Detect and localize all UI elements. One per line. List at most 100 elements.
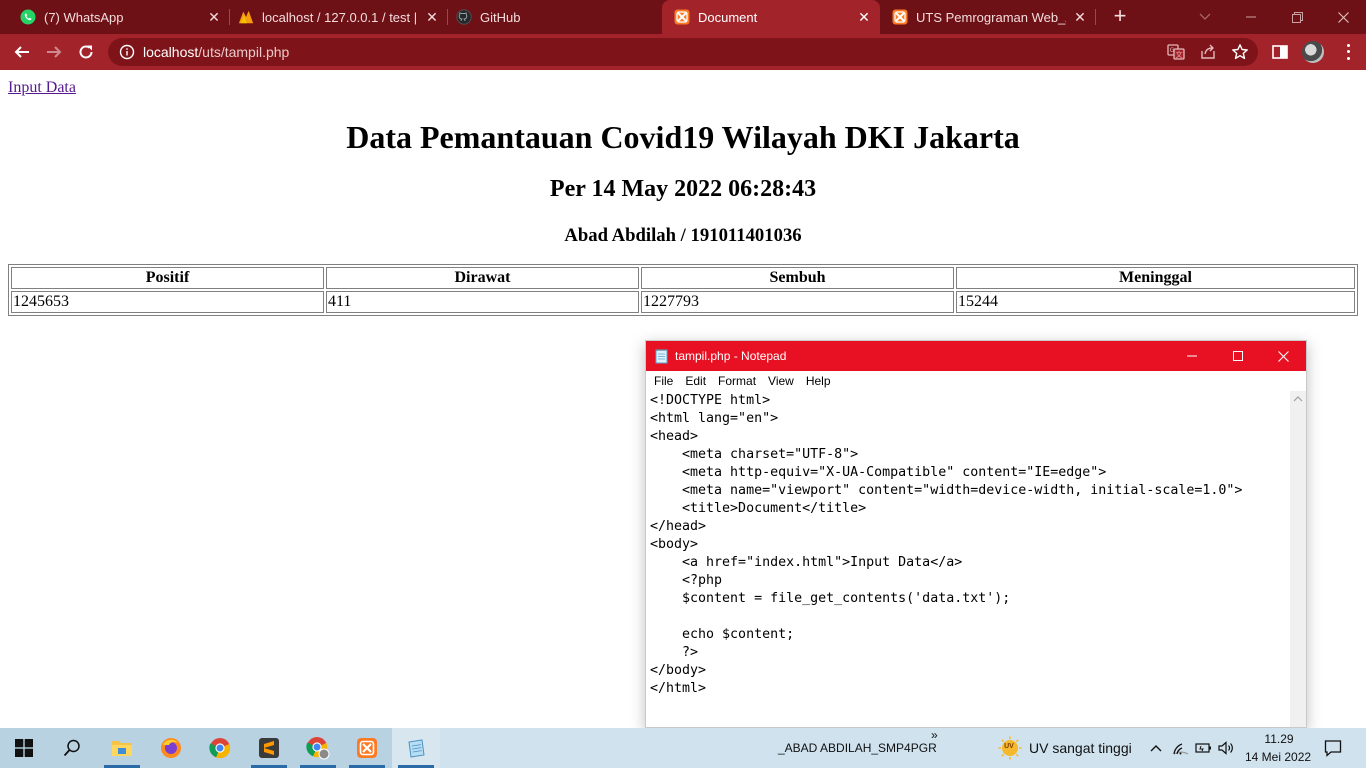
menu-format[interactable]: Format — [712, 374, 762, 388]
menu-file[interactable]: File — [648, 374, 679, 388]
close-tab-icon[interactable]: ✕ — [1072, 9, 1088, 25]
github-icon — [456, 9, 472, 25]
search-icon — [63, 739, 80, 757]
scroll-up-icon[interactable] — [1293, 395, 1303, 403]
url-path: /uts/tampil.php — [198, 44, 290, 60]
input-data-link[interactable]: Input Data — [8, 79, 76, 97]
weather-text[interactable]: UV sangat tinggi — [1029, 740, 1132, 756]
share-button[interactable] — [1198, 42, 1218, 62]
clock-date[interactable]: 14 Mei 2022 — [1245, 750, 1311, 764]
menu-view[interactable]: View — [762, 374, 800, 388]
xampp-button[interactable] — [343, 728, 391, 768]
profile-avatar[interactable] — [1302, 41, 1324, 63]
browser-menu-button[interactable] — [1340, 42, 1356, 62]
clock-time[interactable]: 11.29 — [1262, 732, 1296, 746]
notepad-icon — [655, 349, 668, 364]
forward-button[interactable] — [40, 38, 68, 66]
address-bar[interactable]: localhost/uts/tampil.php — [108, 38, 1258, 66]
tab-uts-pemrograman[interactable]: UTS Pemrograman Web_Aba ✕ — [880, 0, 1096, 34]
network-button[interactable] — [1172, 728, 1190, 768]
bookmark-button[interactable] — [1230, 42, 1250, 62]
chevron-down-icon — [1199, 13, 1211, 20]
taskbar-toolbar-label[interactable]: _ABAD ABDILAH_SMP4PGR — [778, 741, 937, 755]
new-tab-button[interactable]: + — [1108, 5, 1132, 29]
chrome-icon — [209, 738, 231, 759]
close-window-button[interactable] — [1320, 0, 1366, 34]
firefox-button[interactable] — [147, 728, 195, 768]
notepad-scrollbar[interactable] — [1290, 391, 1306, 727]
start-button[interactable] — [0, 728, 48, 768]
side-panel-button[interactable] — [1270, 42, 1290, 62]
notepad-menubar: File Edit Format View Help — [646, 371, 1306, 391]
restore-button[interactable] — [1274, 0, 1320, 34]
whatsapp-icon — [20, 9, 36, 25]
header-positif: Positif — [11, 267, 324, 289]
minimize-icon — [1246, 16, 1256, 18]
battery-button[interactable] — [1194, 728, 1214, 768]
toolbar-chevron[interactable]: » — [931, 728, 938, 742]
tab-title: Document — [698, 9, 758, 25]
chrome-profile-button[interactable] — [294, 728, 342, 768]
tab-title: localhost / 127.0.0.1 / test | p — [262, 9, 418, 25]
close-tab-icon[interactable]: ✕ — [856, 9, 872, 25]
file-explorer-icon — [112, 741, 132, 756]
menu-edit[interactable]: Edit — [679, 374, 712, 388]
minimize-button[interactable] — [1228, 0, 1274, 34]
arrow-right-icon — [47, 46, 62, 58]
notepad-maximize-button[interactable] — [1215, 341, 1261, 371]
firefox-icon — [161, 738, 181, 758]
notepad-titlebar[interactable]: tampil.php - Notepad — [646, 341, 1306, 371]
notepad-taskbar-button[interactable] — [392, 728, 440, 768]
close-tab-icon[interactable]: ✕ — [424, 9, 440, 25]
tab-github[interactable]: GitHub — [448, 0, 662, 34]
menu-help[interactable]: Help — [800, 374, 837, 388]
sublime-text-button[interactable] — [245, 728, 293, 768]
browser-tab-strip: (7) WhatsApp ✕ localhost / 127.0.0.1 / t… — [0, 0, 1366, 34]
notepad-close-button[interactable] — [1260, 341, 1306, 371]
xampp-icon — [892, 9, 908, 25]
notepad-icon — [408, 739, 425, 758]
notifications-button[interactable] — [1320, 728, 1346, 768]
close-icon — [1277, 350, 1289, 362]
tab-search-button[interactable] — [1182, 0, 1228, 34]
battery-plug-icon — [1195, 743, 1211, 753]
tab-document[interactable]: Document ✕ — [662, 0, 880, 34]
translate-button[interactable]: 文G — [1166, 42, 1186, 62]
arrow-left-icon — [14, 46, 29, 58]
uv-badge: UV — [1004, 743, 1014, 750]
browser-toolbar: localhost/uts/tampil.php 文G — [0, 34, 1366, 70]
xampp-icon — [674, 9, 690, 25]
tab-title: (7) WhatsApp — [44, 9, 124, 25]
restore-icon — [1291, 11, 1303, 23]
notification-icon — [1324, 740, 1342, 757]
speaker-icon — [1218, 741, 1233, 755]
tab-phpmyadmin[interactable]: localhost / 127.0.0.1 / test | p ✕ — [230, 0, 448, 34]
notepad-minimize-button[interactable] — [1169, 341, 1215, 371]
page-date: Per 14 May 2022 06:28:43 — [549, 176, 817, 202]
search-button[interactable] — [48, 728, 96, 768]
header-sembuh: Sembuh — [641, 267, 954, 289]
file-explorer-button[interactable] — [98, 728, 146, 768]
volume-button[interactable] — [1217, 728, 1237, 768]
chrome-profile-icon — [306, 737, 330, 760]
header-dirawat: Dirawat — [326, 267, 639, 289]
notepad-title: tampil.php - Notepad — [675, 349, 787, 363]
cell-dirawat: 411 — [326, 291, 639, 313]
chrome-button[interactable] — [196, 728, 244, 768]
reload-button[interactable] — [72, 38, 100, 66]
chevron-up-icon — [1150, 745, 1162, 752]
side-panel-icon — [1272, 45, 1288, 59]
info-icon[interactable] — [119, 44, 135, 60]
notepad-window[interactable]: tampil.php - Notepad File Edit Format Vi… — [645, 340, 1307, 728]
reload-icon — [79, 45, 93, 59]
notepad-text-area[interactable]: <!DOCTYPE html> <html lang="en"> <head> … — [646, 391, 1290, 727]
svg-text:文: 文 — [1176, 50, 1183, 59]
close-tab-icon[interactable]: ✕ — [206, 9, 222, 25]
maximize-icon — [1233, 351, 1243, 361]
show-hidden-icons-button[interactable] — [1146, 728, 1166, 768]
tab-whatsapp[interactable]: (7) WhatsApp ✕ — [8, 0, 230, 34]
close-icon — [1337, 11, 1349, 23]
xampp-icon — [357, 738, 377, 758]
cell-positif: 1245653 — [11, 291, 324, 313]
back-button[interactable] — [8, 38, 36, 66]
